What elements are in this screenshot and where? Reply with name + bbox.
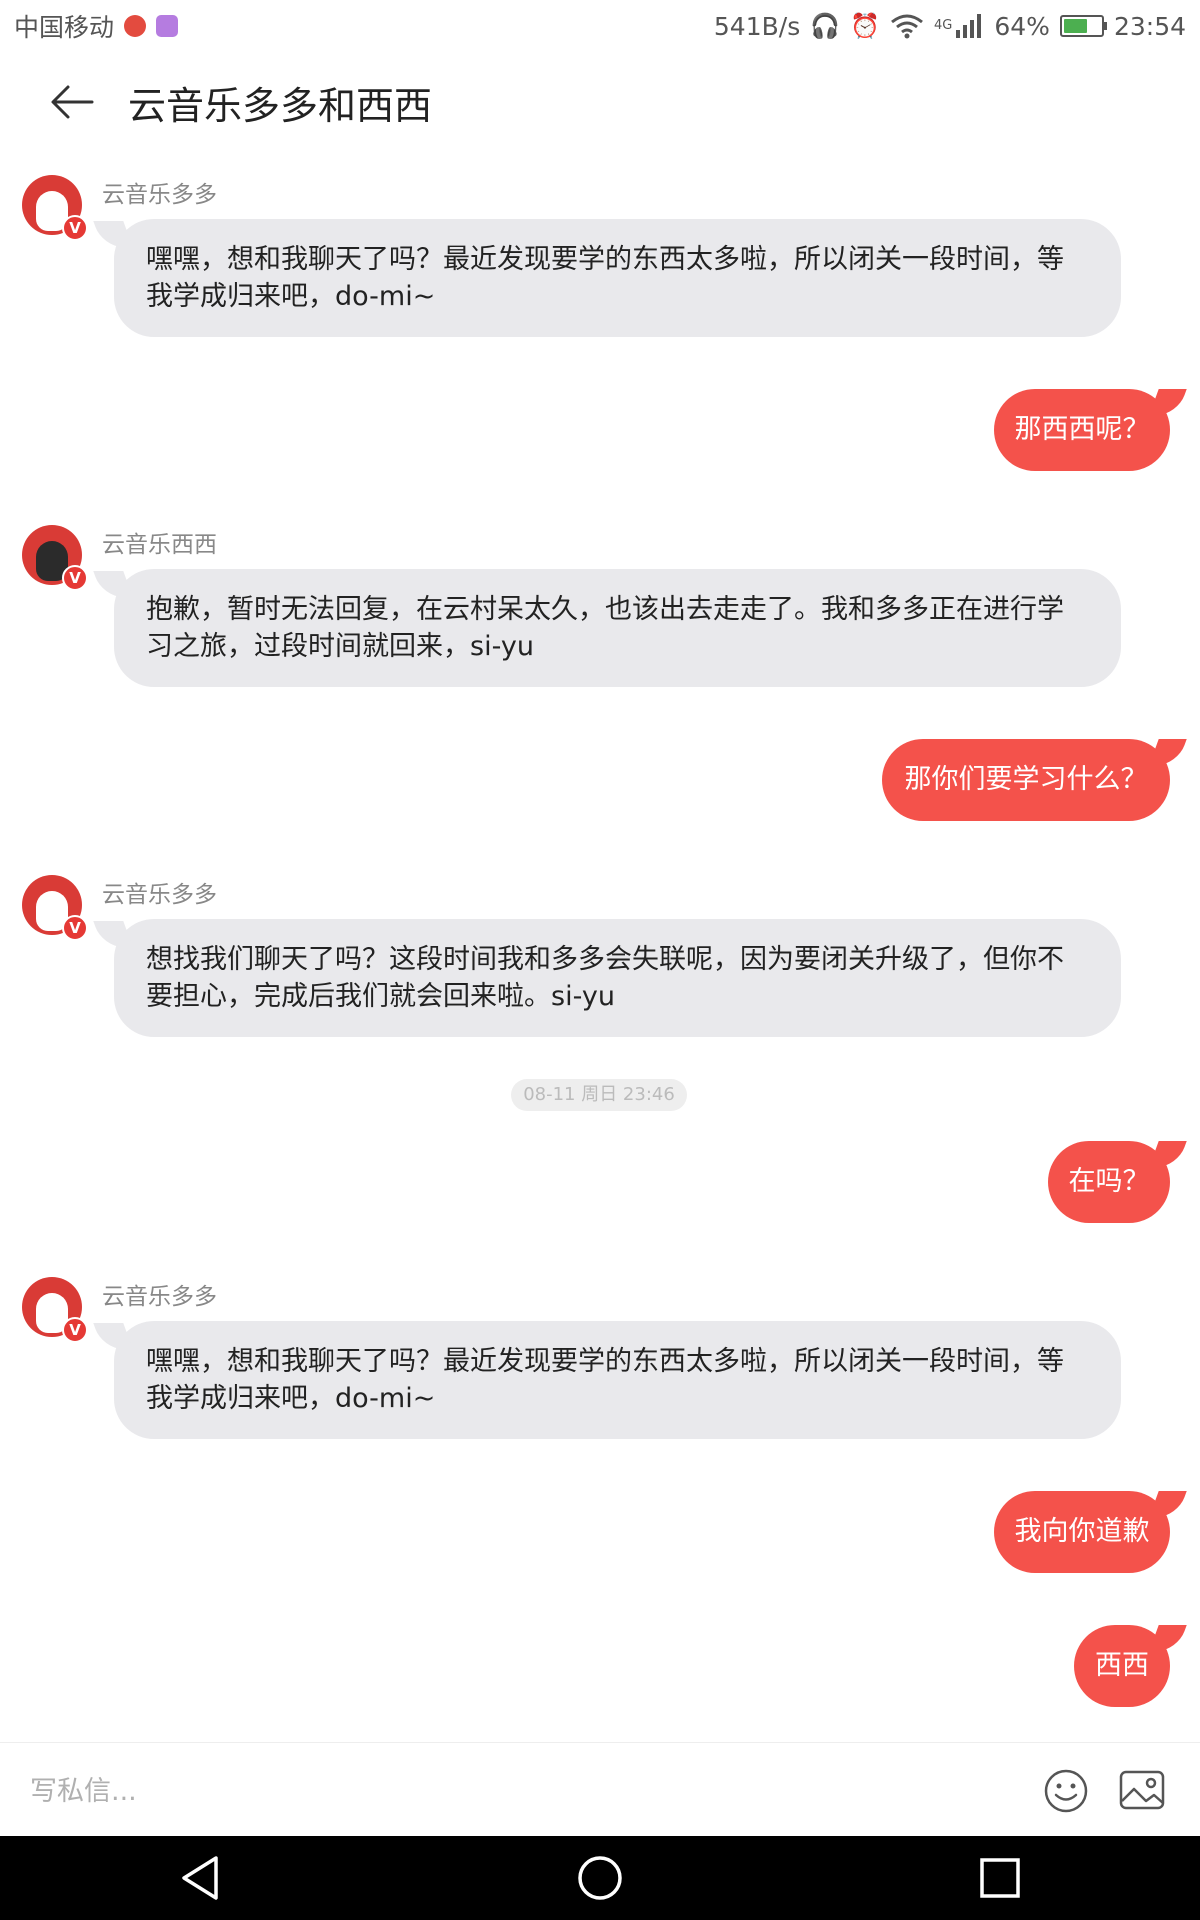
status-right: 541B/s 🎧 ⏰ 4G 64% 23:54	[714, 12, 1186, 41]
incoming-message: V 云音乐多多 嘿嘿，想和我聊天了吗？最近发现要学的东西太多啦，所以闭关一段时间…	[0, 1277, 1200, 1439]
verified-badge: V	[62, 915, 88, 941]
nav-recents-icon	[980, 1858, 1020, 1898]
outgoing-message: 在吗？	[0, 1141, 1200, 1223]
battery-fill	[1063, 19, 1087, 33]
back-arrow-icon	[51, 85, 94, 119]
sender-name: 云音乐多多	[102, 182, 217, 208]
incoming-message: V 云音乐西西 抱歉，暂时无法回复，在云村呆太久，也该出去走走了。我和多多正在进…	[0, 525, 1200, 687]
input-bar	[0, 1742, 1200, 1836]
chat-header: 云音乐多多和西西	[0, 52, 1200, 152]
nav-home-icon	[578, 1856, 622, 1900]
image-icon	[1119, 1770, 1165, 1810]
nav-home-button[interactable]	[560, 1838, 640, 1918]
avatar[interactable]: V	[22, 175, 88, 241]
headphones-icon: 🎧	[810, 12, 841, 40]
outgoing-bubble[interactable]: 我向你道歉	[994, 1491, 1170, 1573]
verified-badge: V	[62, 565, 88, 591]
page-title: 云音乐多多和西西	[128, 83, 433, 128]
avatar[interactable]: V	[22, 875, 88, 941]
sender-name: 云音乐多多	[102, 1284, 217, 1310]
sender-name: 云音乐西西	[102, 532, 217, 558]
image-button[interactable]	[1118, 1769, 1166, 1811]
avatar[interactable]: V	[22, 1277, 88, 1343]
back-button[interactable]	[32, 62, 112, 142]
sender-name: 云音乐多多	[102, 882, 217, 908]
signal-icon	[956, 14, 982, 38]
outgoing-bubble[interactable]: 那西西呢？	[994, 389, 1170, 471]
emoji-button[interactable]	[1042, 1767, 1090, 1815]
incoming-message: V 云音乐多多 嘿嘿，想和我聊天了吗？最近发现要学的东西太多啦，所以闭关一段时间…	[0, 175, 1200, 337]
alarm-icon: ⏰	[850, 12, 881, 40]
clock: 23:54	[1113, 11, 1186, 41]
incoming-message: V 云音乐多多 想找我们聊天了吗？这段时间我和多多会失联呢，因为要闭关升级了，但…	[0, 875, 1200, 1037]
incoming-bubble[interactable]: 抱歉，暂时无法回复，在云村呆太久，也该出去走走了。我和多多正在进行学习之旅，过段…	[114, 569, 1121, 687]
network-type-label: 4G	[934, 17, 953, 33]
avatar[interactable]: V	[22, 525, 88, 591]
emoji-icon	[1044, 1769, 1088, 1813]
verified-badge: V	[62, 215, 88, 241]
gallery-notification-icon	[156, 15, 179, 37]
timestamp-pill: 08-11 周日 23:46	[511, 1079, 687, 1111]
message-list[interactable]: V 云音乐多多 嘿嘿，想和我聊天了吗？最近发现要学的东西太多啦，所以闭关一段时间…	[0, 152, 1200, 1742]
incoming-bubble[interactable]: 想找我们聊天了吗？这段时间我和多多会失联呢，因为要闭关升级了，但你不要担心，完成…	[114, 919, 1121, 1037]
outgoing-message: 那西西呢？	[0, 389, 1200, 471]
battery-icon	[1059, 15, 1107, 37]
outgoing-bubble[interactable]: 那你们要学习什么？	[882, 739, 1170, 821]
nav-back-button[interactable]	[160, 1838, 240, 1918]
incoming-bubble[interactable]: 嘿嘿，想和我聊天了吗？最近发现要学的东西太多啦，所以闭关一段时间，等我学成归来吧…	[114, 219, 1121, 337]
incoming-bubble[interactable]: 嘿嘿，想和我聊天了吗？最近发现要学的东西太多啦，所以闭关一段时间，等我学成归来吧…	[114, 1321, 1121, 1439]
outgoing-bubble[interactable]: 在吗？	[1048, 1141, 1170, 1223]
outgoing-message: 西西	[0, 1625, 1200, 1707]
message-input[interactable]	[30, 1769, 1010, 1813]
status-left: 中国移动	[14, 8, 179, 44]
wifi-icon	[891, 14, 923, 39]
system-navigation-bar	[0, 1836, 1200, 1920]
outgoing-message: 那你们要学习什么？	[0, 739, 1200, 821]
net-speed: 541B/s	[713, 11, 801, 41]
nav-back-icon	[182, 1856, 218, 1900]
outgoing-message: 我向你道歉	[0, 1491, 1200, 1573]
nav-recents-button[interactable]	[960, 1838, 1040, 1918]
battery-percent: 64%	[994, 11, 1050, 41]
carrier-label: 中国移动	[14, 13, 115, 42]
outgoing-bubble[interactable]: 西西	[1074, 1625, 1170, 1707]
verified-badge: V	[62, 1317, 88, 1343]
netease-music-icon	[124, 15, 147, 37]
status-bar: 中国移动 541B/s 🎧 ⏰ 4G 64% 23:54	[0, 0, 1200, 52]
